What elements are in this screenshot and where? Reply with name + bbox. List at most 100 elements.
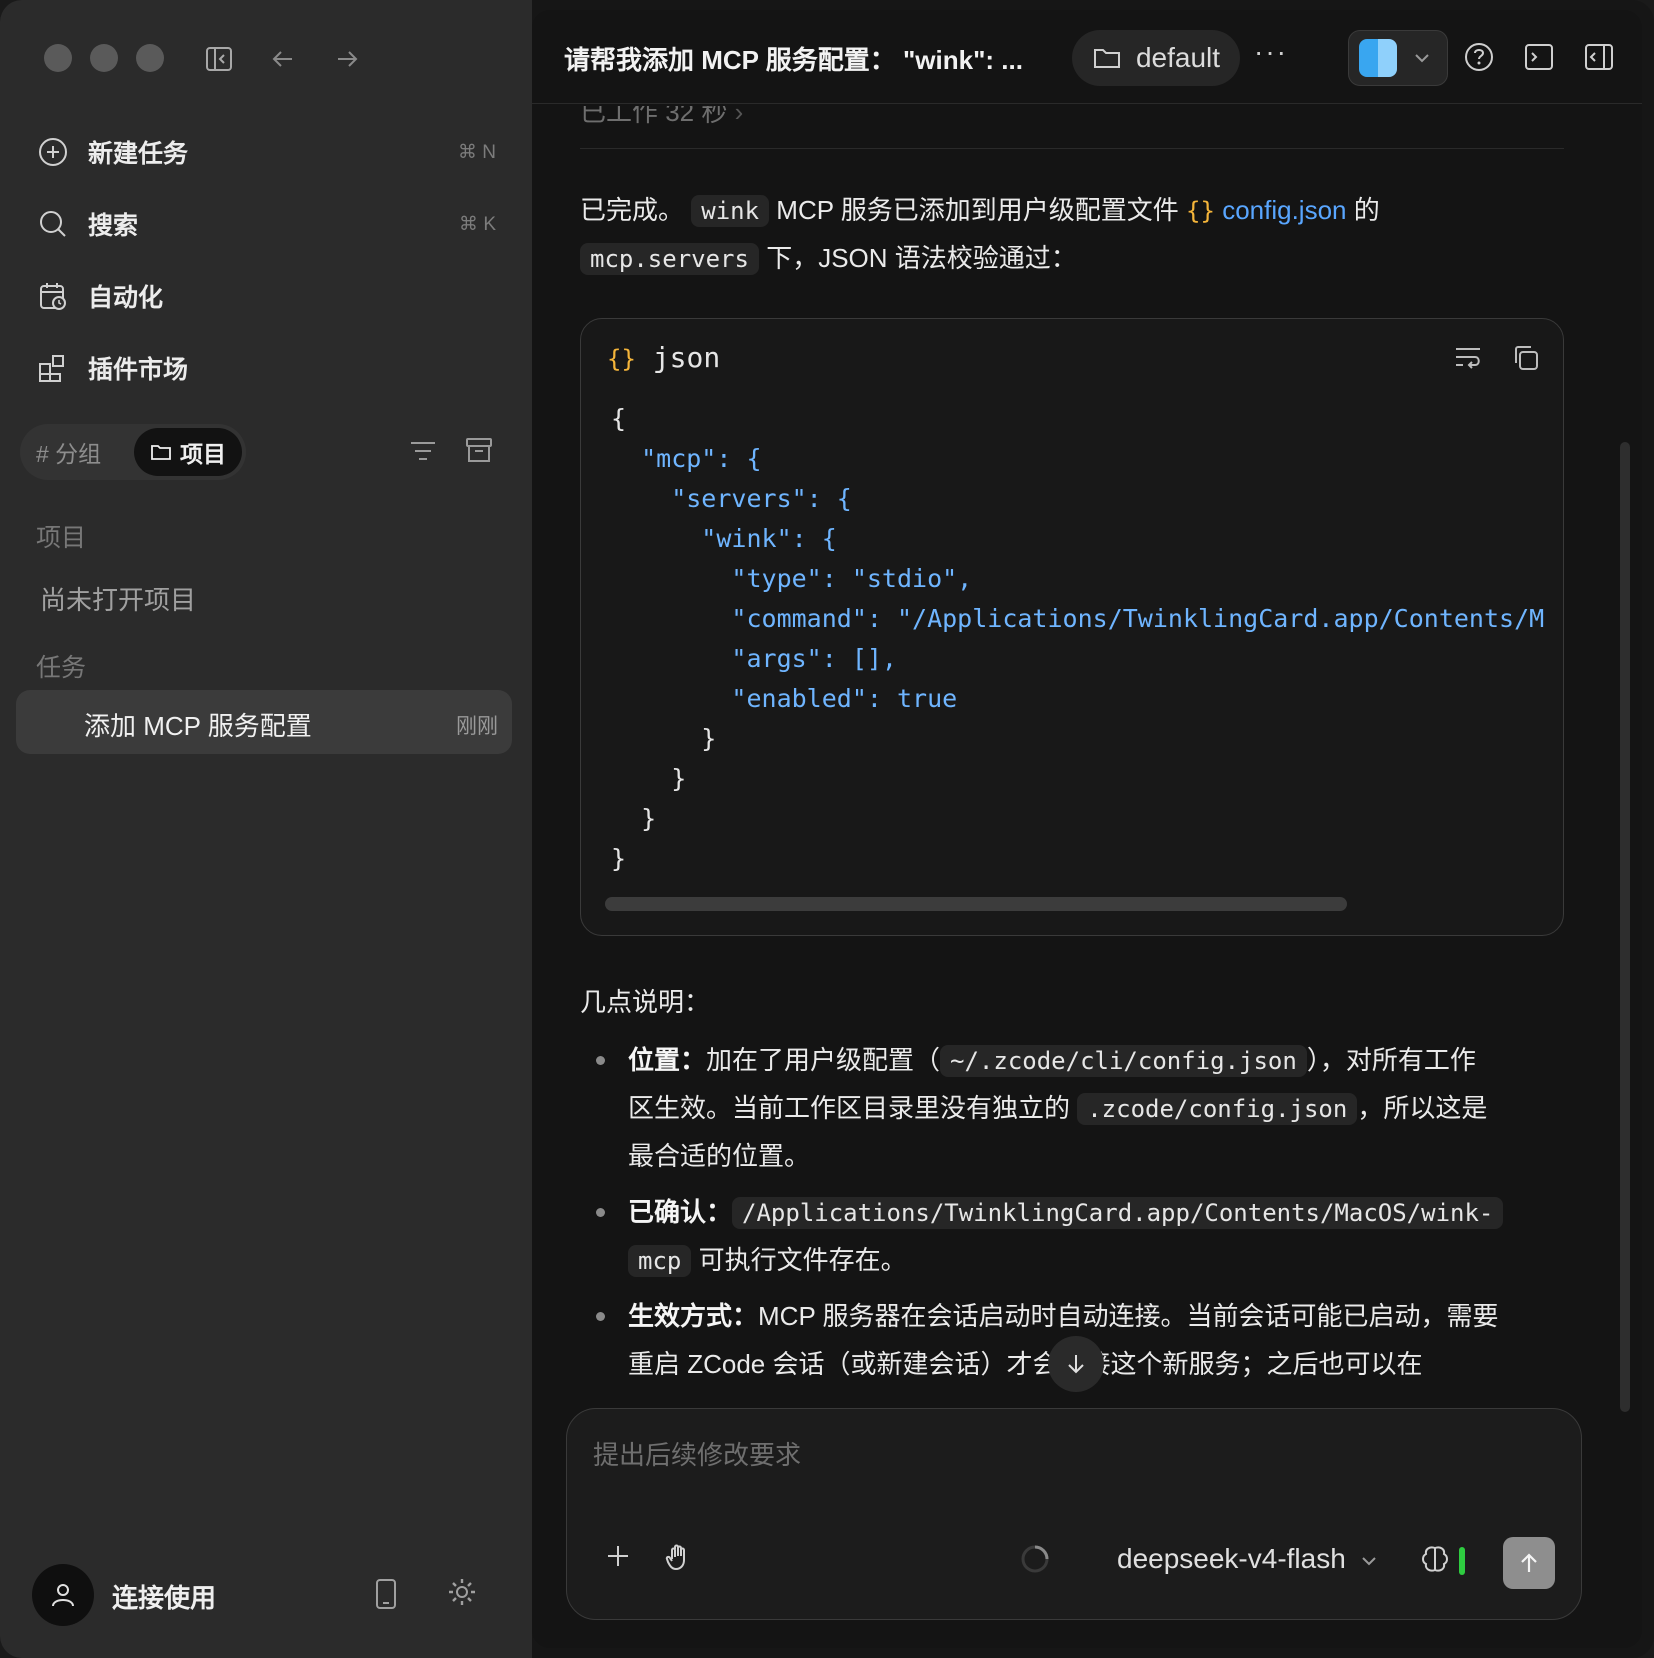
filter-icon[interactable]: [408, 438, 438, 469]
intro-text: 的: [1353, 195, 1380, 225]
note-head: 已确认：: [628, 1197, 733, 1227]
minimize-window-button[interactable]: [90, 44, 118, 72]
bullet-dot: [596, 1312, 610, 1326]
app-selector[interactable]: [1348, 30, 1448, 86]
nav-automation[interactable]: 自动化: [36, 268, 496, 324]
more-options-button[interactable]: ···: [1254, 36, 1288, 68]
note-1-line-1: 位置：加在了用户级配置（ ~/.zcode/cli/config.json ），对所…: [628, 1036, 1476, 1085]
inline-code: /Applications/TwinklingCard.app/Contents…: [732, 1197, 1504, 1229]
note-head: 生效方式：: [628, 1301, 759, 1331]
vertical-scrollbar[interactable]: [1620, 442, 1630, 1412]
code-line: }: [611, 844, 627, 873]
note-1-line-2: 区生效。当前工作区目录里没有独立的 .zcode/config.json ，所以这…: [628, 1084, 1487, 1133]
model-selector[interactable]: deepseek-v4-flash: [1117, 1543, 1378, 1575]
folder-icon: [1093, 49, 1120, 68]
model-name: deepseek-v4-flash: [1117, 1543, 1346, 1574]
note-2-line-1: 已确认：/Applications/TwinklingCard.app/Cont…: [628, 1188, 1504, 1237]
composer: 提出后续修改要求 deepseek-v4-flash: [566, 1408, 1582, 1620]
forward-arrow-icon[interactable]: [332, 44, 362, 79]
code-content[interactable]: { "mcp": { "servers": { "wink": { "type"…: [611, 399, 1545, 879]
code-line: {: [611, 404, 627, 433]
phone-icon[interactable]: [374, 1578, 398, 1615]
note-3-line-2: 重启 ZCode 会话（或新建会话）才会连接这个新服务；之后也可以在: [628, 1349, 1423, 1379]
code-line: "servers": {: [611, 484, 852, 513]
conversation-content: 已工作 32 秒 › 已完成。 wink MCP 服务已添加到用户级配置文件 {…: [532, 106, 1642, 1416]
task-time: 刚刚: [456, 715, 498, 738]
archive-icon[interactable]: [464, 436, 494, 469]
copy-icon[interactable]: [1511, 343, 1541, 378]
note-text: MCP 服务器在会话启动时自动连接。当前会话可能已启动，需要: [758, 1301, 1499, 1331]
avatar[interactable]: [32, 1564, 94, 1626]
wrap-lines-icon[interactable]: [1453, 343, 1483, 376]
inline-code: ~/.zcode/cli/config.json: [940, 1045, 1307, 1077]
nav-plugin-market[interactable]: 插件市场: [36, 340, 496, 396]
tab-projects[interactable]: 项目: [134, 428, 242, 476]
main-panel: 请帮我添加 MCP 服务配置： "wink": ... default ··· …: [532, 10, 1642, 1648]
add-attachment-icon[interactable]: [603, 1541, 633, 1576]
code-line: "args": [],: [611, 644, 897, 673]
inline-code: mcp.servers: [580, 243, 759, 275]
task-item-active[interactable]: 添加 MCP 服务配置 刚刚: [16, 690, 512, 754]
back-arrow-icon[interactable]: [268, 44, 298, 79]
inline-code: mcp: [628, 1245, 692, 1277]
workspace-folder-label: default: [1135, 42, 1221, 73]
brain-icon[interactable]: [1419, 1543, 1451, 1580]
chevron-down-icon: [1415, 54, 1429, 63]
code-line: "wink": {: [611, 524, 837, 553]
projects-section-title: 项目: [36, 524, 87, 552]
sidebar: 新建任务 ⌘ N 搜索 ⌘ K 自动化 插件市场 # 分组 项目 项目 尚未打开…: [0, 0, 532, 1658]
worked-duration[interactable]: 已工作 32 秒 ›: [580, 106, 743, 129]
tasks-section-title: 任务: [36, 654, 87, 682]
code-line: "enabled": true: [611, 684, 958, 713]
toggle-sidebar-icon[interactable]: [204, 44, 234, 79]
intro-text: 已完成。: [580, 195, 685, 225]
note-text: 可执行文件存在。: [691, 1245, 907, 1275]
automation-icon: [36, 279, 70, 313]
app-window: 新建任务 ⌘ N 搜索 ⌘ K 自动化 插件市场 # 分组 项目 项目 尚未打开…: [0, 0, 1654, 1658]
tab-projects-label: 项目: [180, 441, 226, 467]
note-text: ），对所有工作: [1306, 1045, 1476, 1075]
composer-input[interactable]: 提出后续修改要求: [593, 1435, 801, 1472]
context-usage-indicator: [1459, 1547, 1465, 1575]
shortcut-hint: ⌘ K: [459, 213, 496, 235]
task-title: 添加 MCP 服务配置: [84, 711, 312, 741]
user-icon: [52, 1584, 74, 1607]
note-text: 加在了用户级配置（: [706, 1045, 941, 1075]
code-line: }: [611, 764, 687, 793]
json-file-icon: {}: [1186, 197, 1215, 225]
scroll-to-bottom-button[interactable]: [1048, 1336, 1104, 1392]
code-block: {} json { "mcp": { "servers": { "wink": …: [580, 318, 1564, 936]
code-horizontal-scrollbar[interactable]: [605, 897, 1347, 911]
new-task-icon: [36, 135, 70, 169]
hand-icon[interactable]: [663, 1541, 695, 1578]
close-window-button[interactable]: [44, 44, 72, 72]
sidebar-footer: 连接使用: [0, 1558, 532, 1628]
intro-line-1: 已完成。 wink MCP 服务已添加到用户级配置文件 {} config.js…: [580, 186, 1380, 235]
help-icon[interactable]: [1462, 40, 1496, 74]
terminal-icon[interactable]: [1522, 40, 1556, 74]
search-icon: [36, 207, 70, 241]
view-segment: # 分组 项目: [20, 424, 246, 480]
code-lang-label: {} json: [607, 341, 721, 374]
note-1-line-3: 最合适的位置。: [628, 1141, 811, 1171]
nav-label: 新建任务: [88, 140, 189, 168]
workspace-folder-button[interactable]: default: [1072, 30, 1240, 86]
nav-new-task[interactable]: 新建任务 ⌘ N: [36, 124, 496, 180]
nav-label: 自动化: [88, 284, 164, 312]
intro-text: 下，JSON 语法校验通过：: [766, 243, 1077, 273]
zoom-window-button[interactable]: [136, 44, 164, 72]
tab-groups[interactable]: # 分组: [36, 424, 101, 480]
connect-label[interactable]: 连接使用: [112, 1578, 216, 1615]
code-line: "type": "stdio",: [611, 564, 973, 593]
settings-gear-icon[interactable]: [446, 1576, 478, 1613]
note-text: ，所以这是: [1357, 1093, 1488, 1123]
note-3-line-1: 生效方式：MCP 服务器在会话启动时自动连接。当前会话可能已启动，需要: [628, 1292, 1499, 1340]
send-button[interactable]: [1503, 1537, 1555, 1589]
nav-search[interactable]: 搜索 ⌘ K: [36, 196, 496, 252]
config-json-link[interactable]: config.json: [1222, 195, 1346, 225]
toggle-right-panel-icon[interactable]: [1582, 40, 1616, 74]
json-file-icon: {}: [607, 345, 636, 373]
code-line: }: [611, 804, 657, 833]
code-line: }: [611, 724, 717, 753]
divider: [580, 148, 1564, 149]
